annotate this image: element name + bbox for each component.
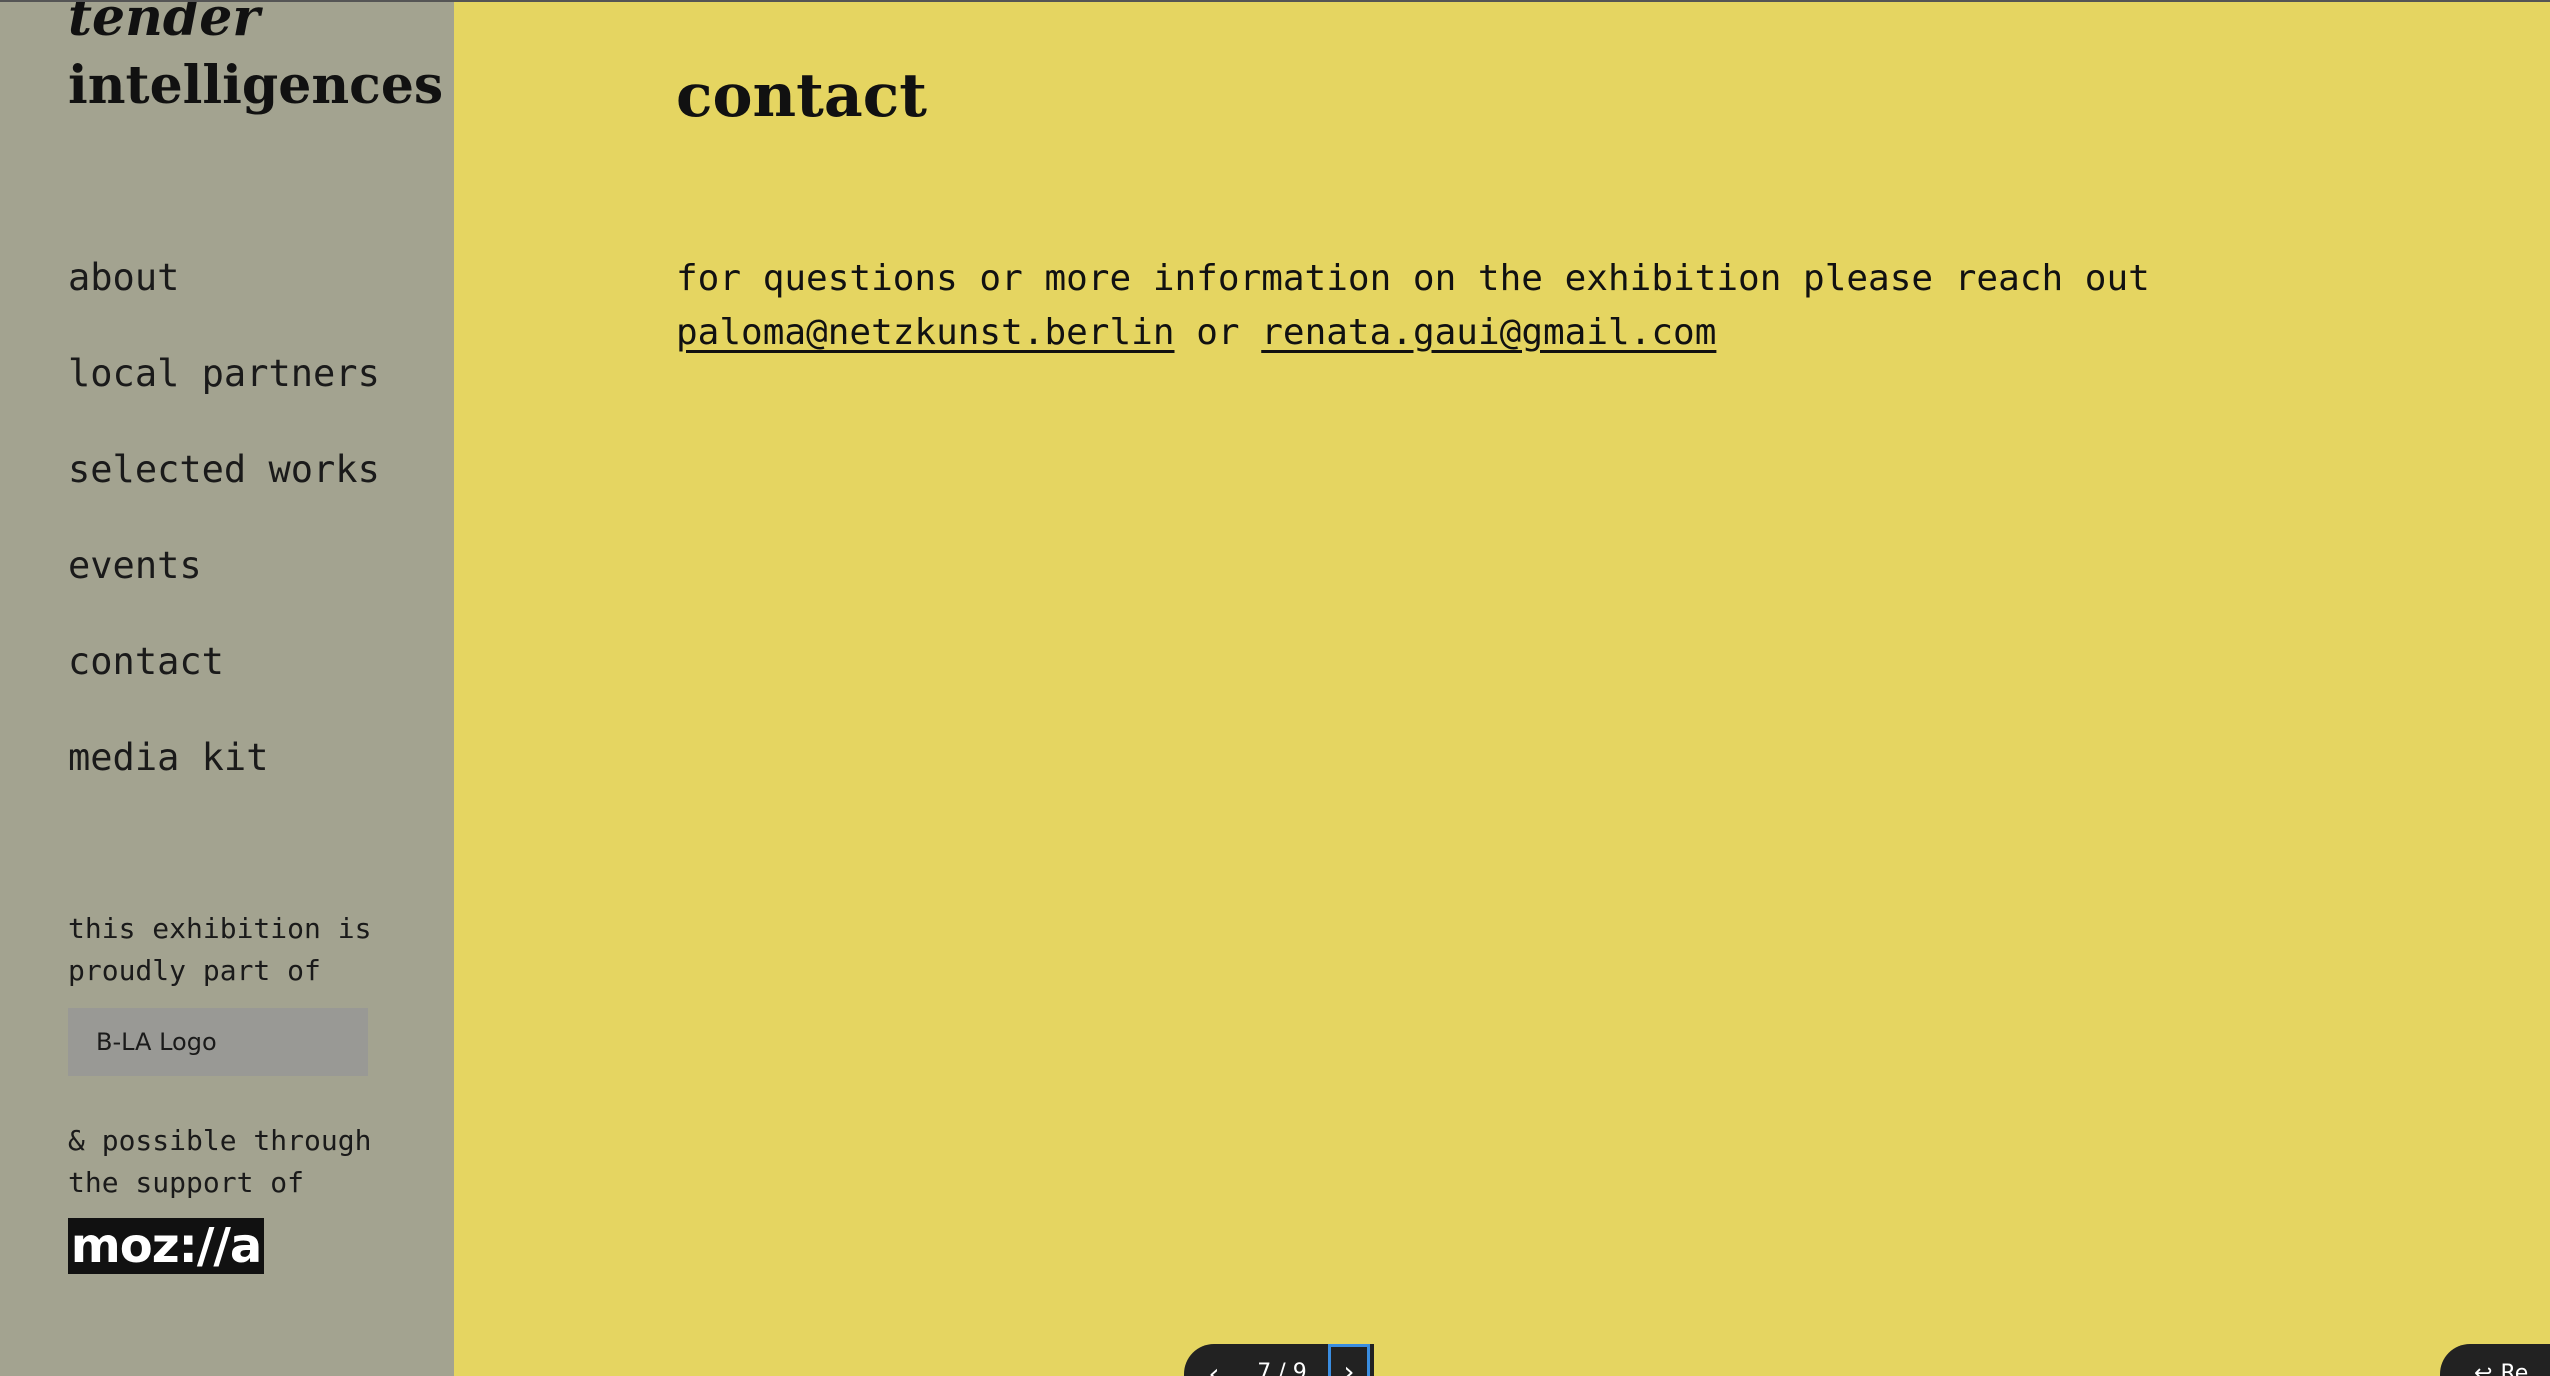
contact-intro: for questions or more information on the… [676,258,2150,299]
sidebar-nav: about local partners selected works even… [68,248,380,824]
part-of-text: this exhibition is proudly part of [68,912,372,987]
nav-item-local-partners[interactable]: local partners [68,344,380,440]
email-link-renata[interactable]: renata.gaui@gmail.com [1261,312,1716,353]
nav-item-about[interactable]: about [68,248,380,344]
nav-item-selected-works[interactable]: selected works [68,440,380,536]
return-label: Re [2500,1361,2529,1376]
page: tender intelligences about local partner… [0,0,2550,1376]
contact-text: for questions or more information on the… [676,252,2316,360]
chevron-left-icon[interactable]: ‹ [1194,1354,1234,1376]
nav-item-contact[interactable]: contact [68,632,380,728]
page-count: 7 / 9 [1257,1360,1307,1376]
nav-item-media-kit[interactable]: media kit [68,728,380,824]
return-button[interactable]: ↩ Re [2440,1344,2550,1376]
site-title-line-1: tender [68,0,260,48]
email-link-paloma[interactable]: paloma@netzkunst.berlin [676,312,1175,353]
support-text: & possible through the support of [68,1124,372,1199]
page-title: contact [676,61,928,131]
site-title[interactable]: tender intelligences [68,0,444,120]
bla-logo[interactable]: B-LA Logo [68,1008,368,1076]
mozilla-logo[interactable]: moz://a [68,1218,264,1274]
connector-text: or [1196,312,1240,353]
sidebar: tender intelligences about local partner… [0,2,454,1376]
nav-item-events[interactable]: events [68,536,380,632]
site-title-line-2: intelligences [68,55,444,116]
page-navigator: ‹ 7 / 9 › [1184,1344,1374,1376]
main-content: contact for questions or more informatio… [454,2,2550,1376]
return-arrow-icon: ↩ [2474,1361,2493,1376]
chevron-right-icon[interactable]: › [1328,1344,1370,1376]
